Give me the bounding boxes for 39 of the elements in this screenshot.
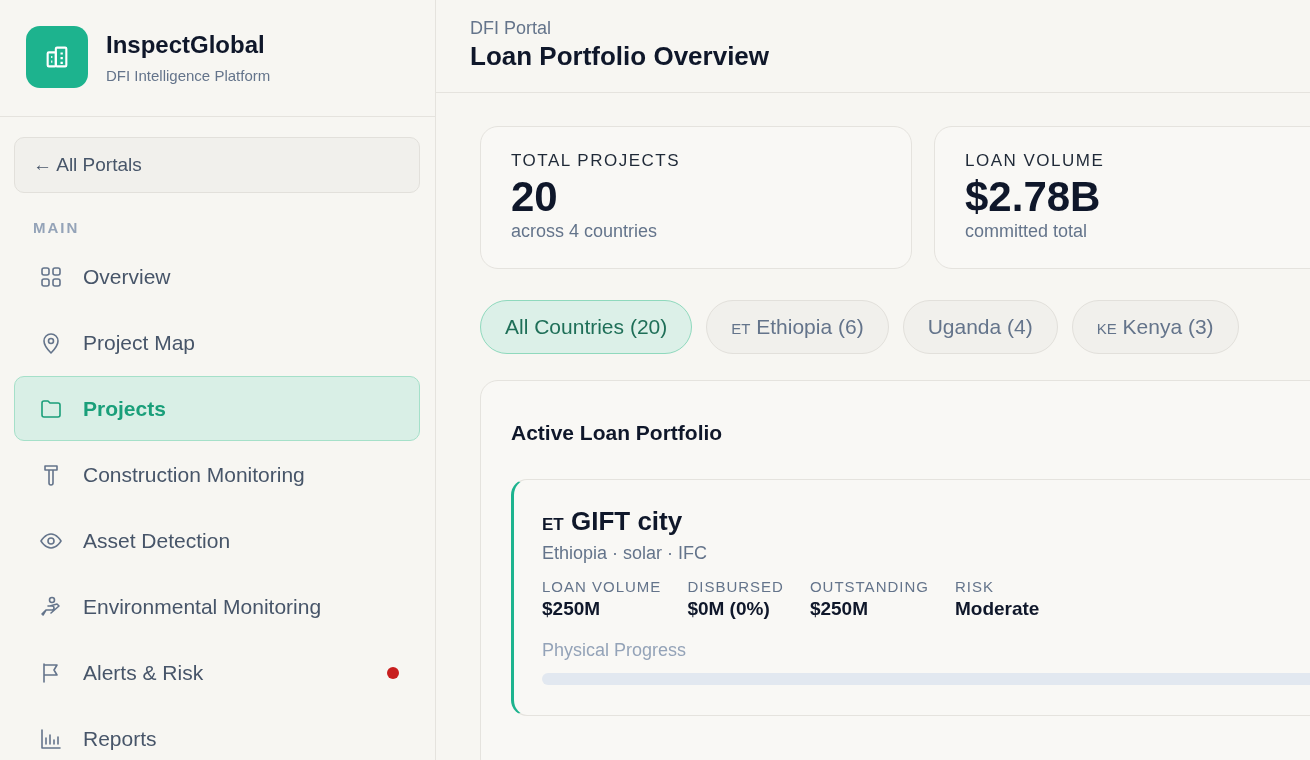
progress-label: Physical Progress — [542, 640, 688, 661]
stat-label: LOAN VOLUME — [965, 151, 1106, 171]
sidebar-item[interactable]: Reports — [14, 706, 420, 760]
metric-label: RISK — [954, 578, 995, 595]
project-meta: Ethiopia · solar · IFC — [542, 543, 709, 564]
stat-label: TOTAL PROJECTS — [511, 151, 681, 171]
sidebar-item[interactable]: Overview — [14, 244, 420, 309]
filter-chip[interactable]: KE Kenya (3) — [1071, 300, 1239, 354]
stat-value: 20 — [511, 173, 559, 221]
metric-label: DISBURSED — [687, 578, 784, 595]
sidebar-item[interactable]: Alerts & Risk — [14, 640, 420, 705]
stat-note: across 4 countries — [511, 221, 659, 242]
grid-icon — [39, 264, 63, 289]
filter-chip[interactable]: ET Ethiopia (6) — [706, 300, 889, 354]
project-name: ET GIFT city — [542, 506, 684, 537]
filter-chip[interactable]: Uganda (4) — [902, 300, 1058, 354]
breadcrumb: DFI Portal — [470, 18, 553, 39]
metric-label: LOAN VOLUME — [542, 578, 662, 595]
page-title: Loan Portfolio Overview — [470, 41, 771, 72]
sidebar-item[interactable]: Construction Monitoring — [14, 442, 420, 507]
filter-chip[interactable]: All Countries (20) — [480, 300, 693, 354]
metric-value: $250M — [542, 598, 602, 620]
metric-value: Moderate — [954, 598, 1040, 620]
sidebar-item[interactable]: Environmental Monitoring — [14, 574, 420, 639]
section-label: MAIN — [33, 219, 81, 236]
stat-note: committed total — [965, 221, 1089, 242]
bar-chart-icon — [39, 726, 63, 751]
brand-name: InspectGlobal — [106, 30, 266, 59]
hand-icon — [39, 594, 63, 619]
sidebar-item[interactable]: Asset Detection — [14, 508, 420, 573]
metric-label: OUTSTANDING — [809, 578, 929, 595]
panel-title: Active Loan Portfolio — [511, 421, 724, 445]
logo-icon — [26, 26, 88, 88]
stat-value: $2.78B — [965, 173, 1102, 221]
metric-value: $0M (0%) — [687, 598, 771, 620]
metric-value: $250M — [809, 598, 869, 620]
sidebar-item[interactable]: Project Map — [14, 310, 420, 375]
back-button[interactable]: ← All Portals — [14, 137, 420, 193]
brand-tagline: DFI Intelligence Platform — [106, 66, 271, 84]
